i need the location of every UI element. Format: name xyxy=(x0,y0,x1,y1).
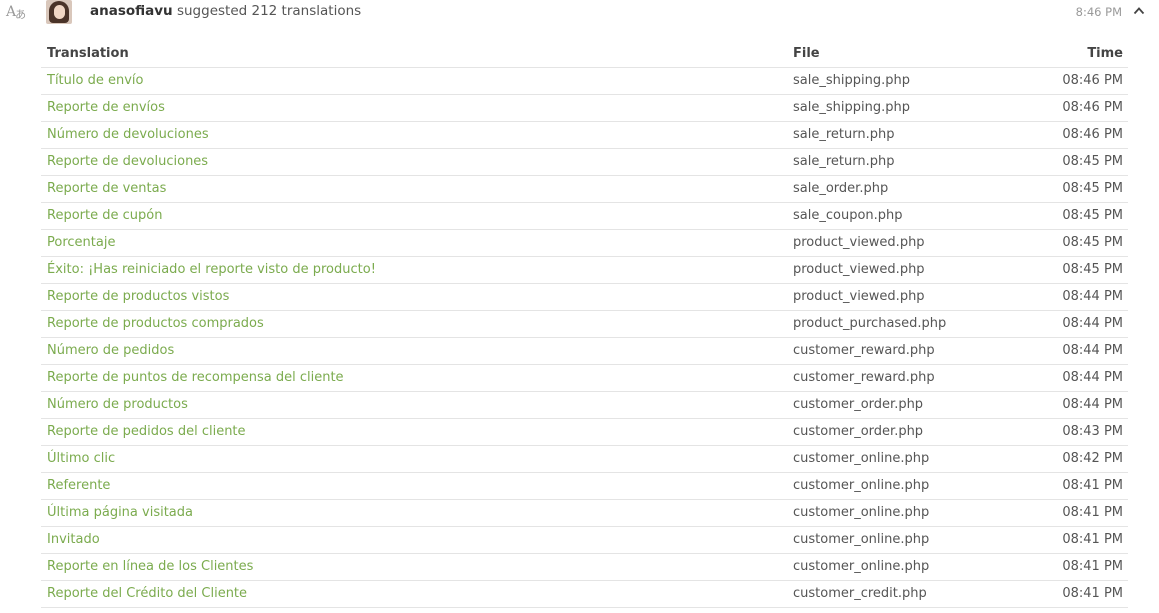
file-name: sale_shipping.php xyxy=(787,67,1028,95)
translation-link[interactable]: Título de envío xyxy=(41,67,787,95)
activity-time: 8:46 PM xyxy=(1075,5,1122,19)
table-row: Reporte de envíos sale_shipping.php 08:46 … xyxy=(41,94,1128,122)
translation-link[interactable]: Reporte de ventas xyxy=(41,175,787,203)
table-row: Invitado customer_online.php 08:41 PM xyxy=(41,526,1128,554)
translation-link[interactable]: Reporte de productos comprados xyxy=(41,310,787,338)
row-time: 08:46 PM xyxy=(1028,121,1128,149)
file-name: customer_online.php xyxy=(787,445,1028,473)
translation-link[interactable]: Reporte en línea de los Clientes xyxy=(41,553,787,581)
table-row: Porcentaje product_viewed.php 08:45 PM xyxy=(41,229,1128,257)
column-header-file: File xyxy=(787,40,1028,68)
file-name: customer_online.php xyxy=(787,499,1028,527)
translation-link[interactable]: Número de devoluciones xyxy=(41,121,787,149)
row-time: 08:41 PM xyxy=(1028,580,1128,608)
file-name: product_viewed.php xyxy=(787,283,1028,311)
row-time: 08:46 PM xyxy=(1028,67,1128,95)
table-row: Número de devoluciones sale_return.php 08:… xyxy=(41,121,1128,149)
file-name: customer_online.php xyxy=(787,553,1028,581)
translate-icon: Aあ xyxy=(6,4,26,21)
table-row: Reporte de devoluciones sale_return.php 08… xyxy=(41,148,1128,176)
row-time: 08:44 PM xyxy=(1028,337,1128,365)
row-time: 08:44 PM xyxy=(1028,364,1128,392)
translation-link[interactable]: Reporte de pedidos del cliente xyxy=(41,418,787,446)
table-row: Reporte de ventas sale_order.php 08:45 PM xyxy=(41,175,1128,203)
file-name: sale_coupon.php xyxy=(787,202,1028,230)
table-row: Reporte de pedidos del cliente customer_o… xyxy=(41,418,1128,446)
translations-table: Translation File Time Título de envío sal… xyxy=(41,40,1128,608)
row-time: 08:45 PM xyxy=(1028,202,1128,230)
file-name: customer_online.php xyxy=(787,526,1028,554)
row-time: 08:45 PM xyxy=(1028,175,1128,203)
avatar[interactable] xyxy=(46,0,72,24)
file-name: customer_order.php xyxy=(787,391,1028,419)
row-time: 08:41 PM xyxy=(1028,472,1128,500)
file-name: sale_return.php xyxy=(787,148,1028,176)
table-row: Número de productos customer_order.php 08:… xyxy=(41,391,1128,419)
table-row: Último clic customer_online.php 08:42 PM xyxy=(41,445,1128,473)
row-time: 08:41 PM xyxy=(1028,553,1128,581)
row-time: 08:44 PM xyxy=(1028,283,1128,311)
file-name: sale_return.php xyxy=(787,121,1028,149)
translation-link[interactable]: Número de pedidos xyxy=(41,337,787,365)
row-time: 08:41 PM xyxy=(1028,526,1128,554)
file-name: customer_reward.php xyxy=(787,337,1028,365)
table-row: Reporte de productos comprados product_pu… xyxy=(41,310,1128,338)
file-name: sale_order.php xyxy=(787,175,1028,203)
table-row: Reporte en línea de los Clientes customer… xyxy=(41,553,1128,581)
row-time: 08:46 PM xyxy=(1028,94,1128,122)
file-name: product_viewed.php xyxy=(787,256,1028,284)
table-row: Referente customer_online.php 08:41 PM xyxy=(41,472,1128,500)
translation-link[interactable]: Reporte de productos vistos xyxy=(41,283,787,311)
table-row: Última página visitada customer_online.ph… xyxy=(41,499,1128,527)
file-name: product_purchased.php xyxy=(787,310,1028,338)
translation-link[interactable]: Número de productos xyxy=(41,391,787,419)
row-time: 08:44 PM xyxy=(1028,391,1128,419)
translation-link[interactable]: Reporte de cupón xyxy=(41,202,787,230)
translation-link[interactable]: Porcentaje xyxy=(41,229,787,257)
table-row: Título de envío sale_shipping.php 08:46 PM xyxy=(41,67,1128,95)
table-row: Reporte de productos vistos product_viewe… xyxy=(41,283,1128,311)
file-name: customer_reward.php xyxy=(787,364,1028,392)
translation-link[interactable]: Éxito: ¡Has reiniciado el reporte visto … xyxy=(41,256,787,284)
file-name: customer_online.php xyxy=(787,472,1028,500)
activity-item: Aあ anasofiavu suggested 212 translations… xyxy=(0,0,1159,613)
activity-summary: suggested 212 translations xyxy=(172,3,362,19)
table-row: Reporte de puntos de recompensa del clie… xyxy=(41,364,1128,392)
translation-link[interactable]: Reporte de envíos xyxy=(41,94,787,122)
table-row: Reporte del Crédito del Cliente customer_… xyxy=(41,580,1128,608)
table-row: Éxito: ¡Has reiniciado el reporte visto … xyxy=(41,256,1128,284)
chevron-up-icon[interactable] xyxy=(1133,5,1145,17)
translation-link[interactable]: Invitado xyxy=(41,526,787,554)
translation-link[interactable]: Reporte de devoluciones xyxy=(41,148,787,176)
file-name: sale_shipping.php xyxy=(787,94,1028,122)
file-name: customer_order.php xyxy=(787,418,1028,446)
activity-header: anasofiavu suggested 212 translations xyxy=(90,3,361,19)
column-header-time: Time xyxy=(1028,40,1128,68)
row-time: 08:45 PM xyxy=(1028,229,1128,257)
row-time: 08:45 PM xyxy=(1028,148,1128,176)
table-header-row: Translation File Time xyxy=(41,40,1128,68)
row-time: 08:44 PM xyxy=(1028,310,1128,338)
translation-link[interactable]: Último clic xyxy=(41,445,787,473)
row-time: 08:43 PM xyxy=(1028,418,1128,446)
column-header-translation: Translation xyxy=(41,40,787,68)
row-time: 08:45 PM xyxy=(1028,256,1128,284)
file-name: product_viewed.php xyxy=(787,229,1028,257)
file-name: customer_credit.php xyxy=(787,580,1028,608)
translation-link[interactable]: Reporte del Crédito del Cliente xyxy=(41,580,787,608)
translation-link[interactable]: Última página visitada xyxy=(41,499,787,527)
row-time: 08:41 PM xyxy=(1028,499,1128,527)
translation-link[interactable]: Referente xyxy=(41,472,787,500)
translation-link[interactable]: Reporte de puntos de recompensa del clie… xyxy=(41,364,787,392)
row-time: 08:42 PM xyxy=(1028,445,1128,473)
table-row: Número de pedidos customer_reward.php 08:4… xyxy=(41,337,1128,365)
table-row: Reporte de cupón sale_coupon.php 08:45 PM xyxy=(41,202,1128,230)
username-link[interactable]: anasofiavu xyxy=(90,3,173,19)
